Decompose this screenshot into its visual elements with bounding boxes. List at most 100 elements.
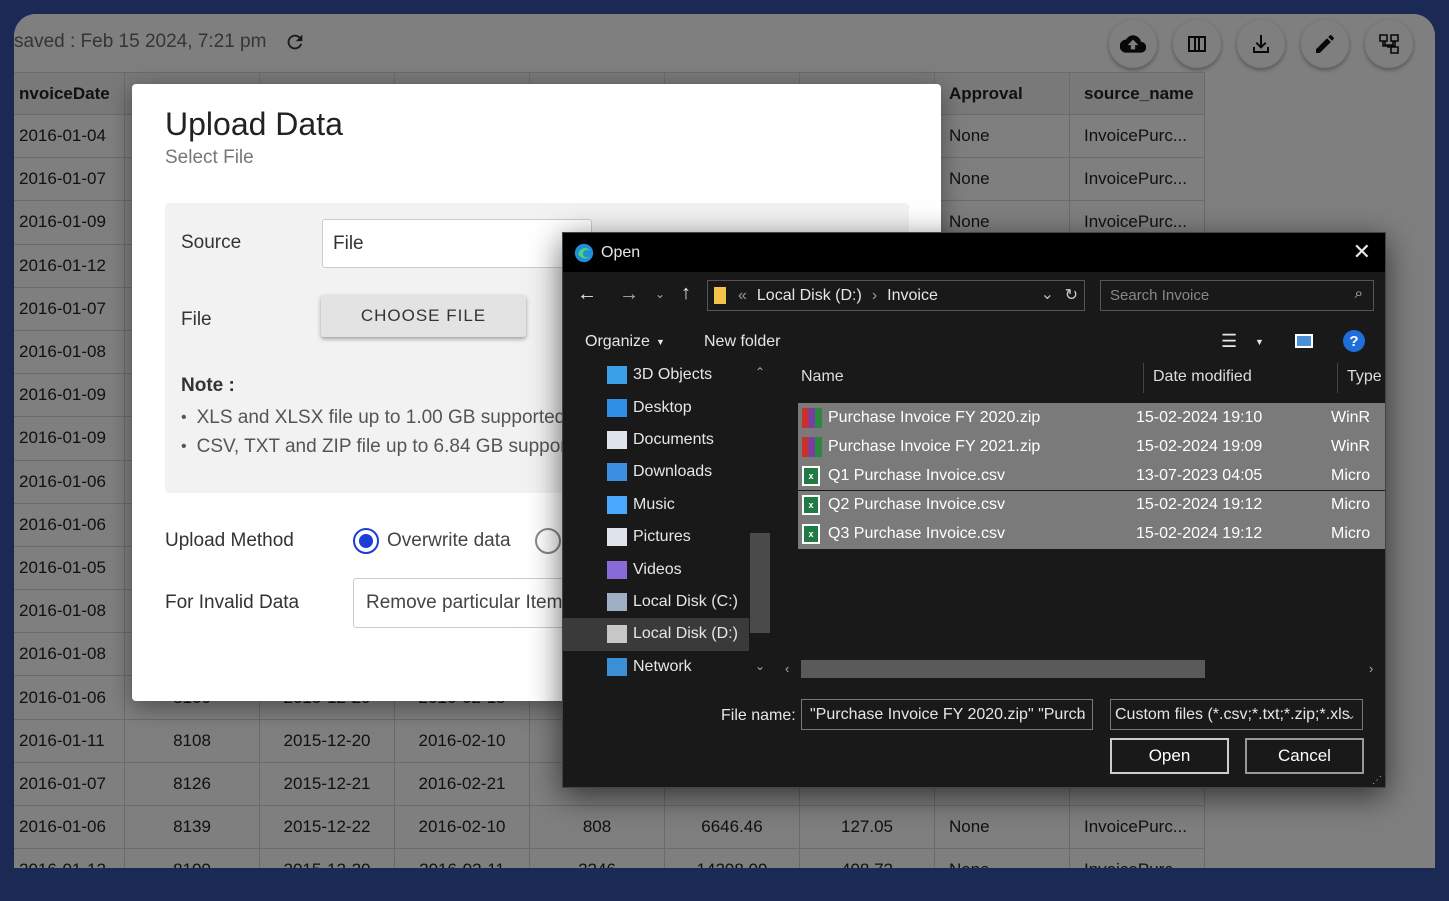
nav-item[interactable]: Network (563, 651, 773, 681)
file-type: WinR (1331, 437, 1371, 455)
back-arrow-icon[interactable]: ← (577, 283, 597, 306)
file-date: 13-07-2023 04:05 (1136, 466, 1263, 484)
nav-item[interactable]: Downloads (563, 456, 773, 488)
scroll-down-icon[interactable]: ⌄ (755, 659, 765, 673)
nav-item-label: Videos (633, 560, 682, 578)
zip-archive-icon (802, 407, 822, 428)
recent-chevron-icon[interactable]: ⌄ (655, 287, 665, 301)
path-segment[interactable]: Local Disk (D:) (757, 287, 862, 305)
append-radio[interactable] (535, 528, 561, 554)
file-type: Micro (1331, 525, 1371, 543)
file-row[interactable]: Purchase Invoice FY 2021.zip 15-02-2024 1… (798, 432, 1385, 462)
nav-item-label: Pictures (633, 528, 691, 546)
app-screen: saved : Feb 15 2024, 7:21 pm nvoiceDateA… (14, 14, 1435, 868)
edge-icon (574, 243, 594, 262)
chevron-down-icon[interactable]: ⌄ (1041, 284, 1054, 304)
search-input[interactable]: Search Invoice ⌕ (1100, 280, 1374, 311)
view-chevron-icon[interactable]: ▼ (1255, 337, 1264, 347)
excel-csv-icon: x (802, 465, 820, 486)
open-button[interactable]: Open (1110, 738, 1229, 774)
nav-item-label: Local Disk (D:) (633, 625, 738, 643)
file-name: Q3 Purchase Invoice.csv (828, 525, 1005, 543)
choose-file-button[interactable]: CHOOSE FILE (321, 295, 526, 337)
column-date-modified[interactable]: Date modified (1153, 359, 1252, 395)
nav-item-label: Local Disk (C:) (633, 592, 738, 610)
file-name-input[interactable]: "Purchase Invoice FY 2020.zip" "Purch ⌄ (801, 699, 1093, 730)
excel-csv-icon: x (802, 495, 820, 516)
column-divider (1143, 363, 1144, 393)
help-icon[interactable]: ? (1343, 330, 1365, 352)
search-placeholder: Search Invoice (1110, 287, 1210, 304)
close-icon[interactable]: ✕ (1353, 239, 1371, 265)
nav-item[interactable]: Local Disk (D:) (563, 618, 749, 651)
resize-grip-icon[interactable]: ⋰ (1372, 775, 1382, 786)
note-list: XLS and XLSX file up to 1.00 GB supporte… (181, 403, 593, 461)
scroll-up-icon[interactable]: ⌃ (755, 365, 765, 379)
scroll-left-icon[interactable]: ‹ (785, 661, 789, 676)
sort-arrow-icon: ⌃ (965, 359, 976, 367)
up-arrow-icon[interactable]: ↑ (681, 282, 691, 305)
file-name-label: File name: (721, 707, 796, 724)
documents-icon (607, 430, 627, 449)
cancel-button[interactable]: Cancel (1245, 738, 1364, 774)
preview-pane-icon[interactable] (1295, 334, 1313, 348)
new-folder-button[interactable]: New folder (704, 333, 780, 351)
path-segment[interactable]: Invoice (887, 287, 938, 305)
column-name[interactable]: Name (801, 359, 844, 395)
file-date: 15-02-2024 19:12 (1136, 496, 1263, 514)
source-select[interactable]: File (322, 219, 592, 268)
local-disk-c-icon (607, 592, 627, 611)
forward-arrow-icon[interactable]: → (619, 283, 639, 306)
chevron-down-icon[interactable]: ⌄ (1076, 708, 1086, 722)
overwrite-radio[interactable] (353, 528, 379, 554)
note-label: Note : (181, 375, 235, 396)
horizontal-scrollbar[interactable] (801, 660, 1205, 678)
upload-method-label: Upload Method (165, 530, 294, 551)
file-name-value: "Purchase Invoice FY 2020.zip" "Purch (810, 705, 1086, 723)
network-icon (607, 657, 627, 676)
organize-menu[interactable]: Organize (585, 333, 650, 351)
nav-item[interactable]: 3D Objects (563, 359, 773, 391)
nav-scrollbar[interactable] (750, 533, 770, 633)
file-date: 15-02-2024 19:09 (1136, 437, 1263, 455)
nav-item[interactable]: Documents (563, 424, 773, 456)
file-type: WinR (1331, 408, 1371, 426)
scroll-right-icon[interactable]: › (1369, 661, 1373, 676)
zip-archive-icon (802, 436, 822, 457)
nav-item[interactable]: Music (563, 489, 773, 521)
modal-title: Upload Data (165, 106, 343, 142)
nav-item[interactable]: Local Disk (C:) (563, 586, 773, 618)
file-list: ⌃ Name Date modified Type Purchase Invoi… (783, 359, 1385, 681)
file-name: Purchase Invoice FY 2021.zip (828, 437, 1041, 455)
file-row[interactable]: x Q2 Purchase Invoice.csv 15-02-2024 19:12… (798, 490, 1385, 520)
file-row[interactable]: Purchase Invoice FY 2020.zip 15-02-2024 1… (798, 403, 1385, 432)
file-row[interactable]: x Q3 Purchase Invoice.csv 15-02-2024 19:12… (798, 519, 1385, 549)
open-file-dialog: Open ✕ ← → ⌄ ↑ « Local Disk (D:) › Invoi… (562, 232, 1386, 788)
videos-icon (607, 560, 627, 579)
column-type[interactable]: Type (1347, 359, 1382, 395)
view-options-icon[interactable]: ☰ (1221, 331, 1237, 352)
music-icon (607, 495, 627, 514)
nav-item-label: Music (633, 495, 675, 513)
file-name: Q1 Purchase Invoice.csv (828, 466, 1005, 484)
note-item: CSV, TXT and ZIP file up to 6.84 GB supp… (181, 432, 593, 461)
address-bar[interactable]: « Local Disk (D:) › Invoice ⌄ ↻ (707, 280, 1085, 311)
nav-item[interactable]: Desktop (563, 391, 773, 423)
source-value: File (333, 232, 364, 254)
nav-item[interactable]: Videos (563, 553, 773, 585)
note-item: XLS and XLSX file up to 1.00 GB supporte… (181, 403, 593, 432)
file-type-select[interactable]: Custom files (*.csv;*.txt;*.zip;*.xls ⌄ (1110, 699, 1363, 730)
dialog-title: Open (601, 243, 641, 261)
pictures-icon (607, 528, 627, 547)
refresh-icon[interactable]: ↻ (1065, 285, 1078, 305)
nav-item[interactable]: Pictures (563, 521, 773, 553)
nav-item-label: Documents (633, 430, 714, 448)
file-row[interactable]: x Q1 Purchase Invoice.csv 13-07-2023 04:05… (798, 461, 1385, 491)
modal-subtitle: Select File (165, 147, 254, 168)
nav-item-label: Network (633, 657, 692, 675)
nav-item-label: Downloads (633, 463, 713, 481)
3d-objects-icon (607, 366, 627, 385)
file-label: File (181, 309, 212, 330)
folder-icon (714, 287, 726, 304)
overwrite-label: Overwrite data (387, 530, 511, 551)
